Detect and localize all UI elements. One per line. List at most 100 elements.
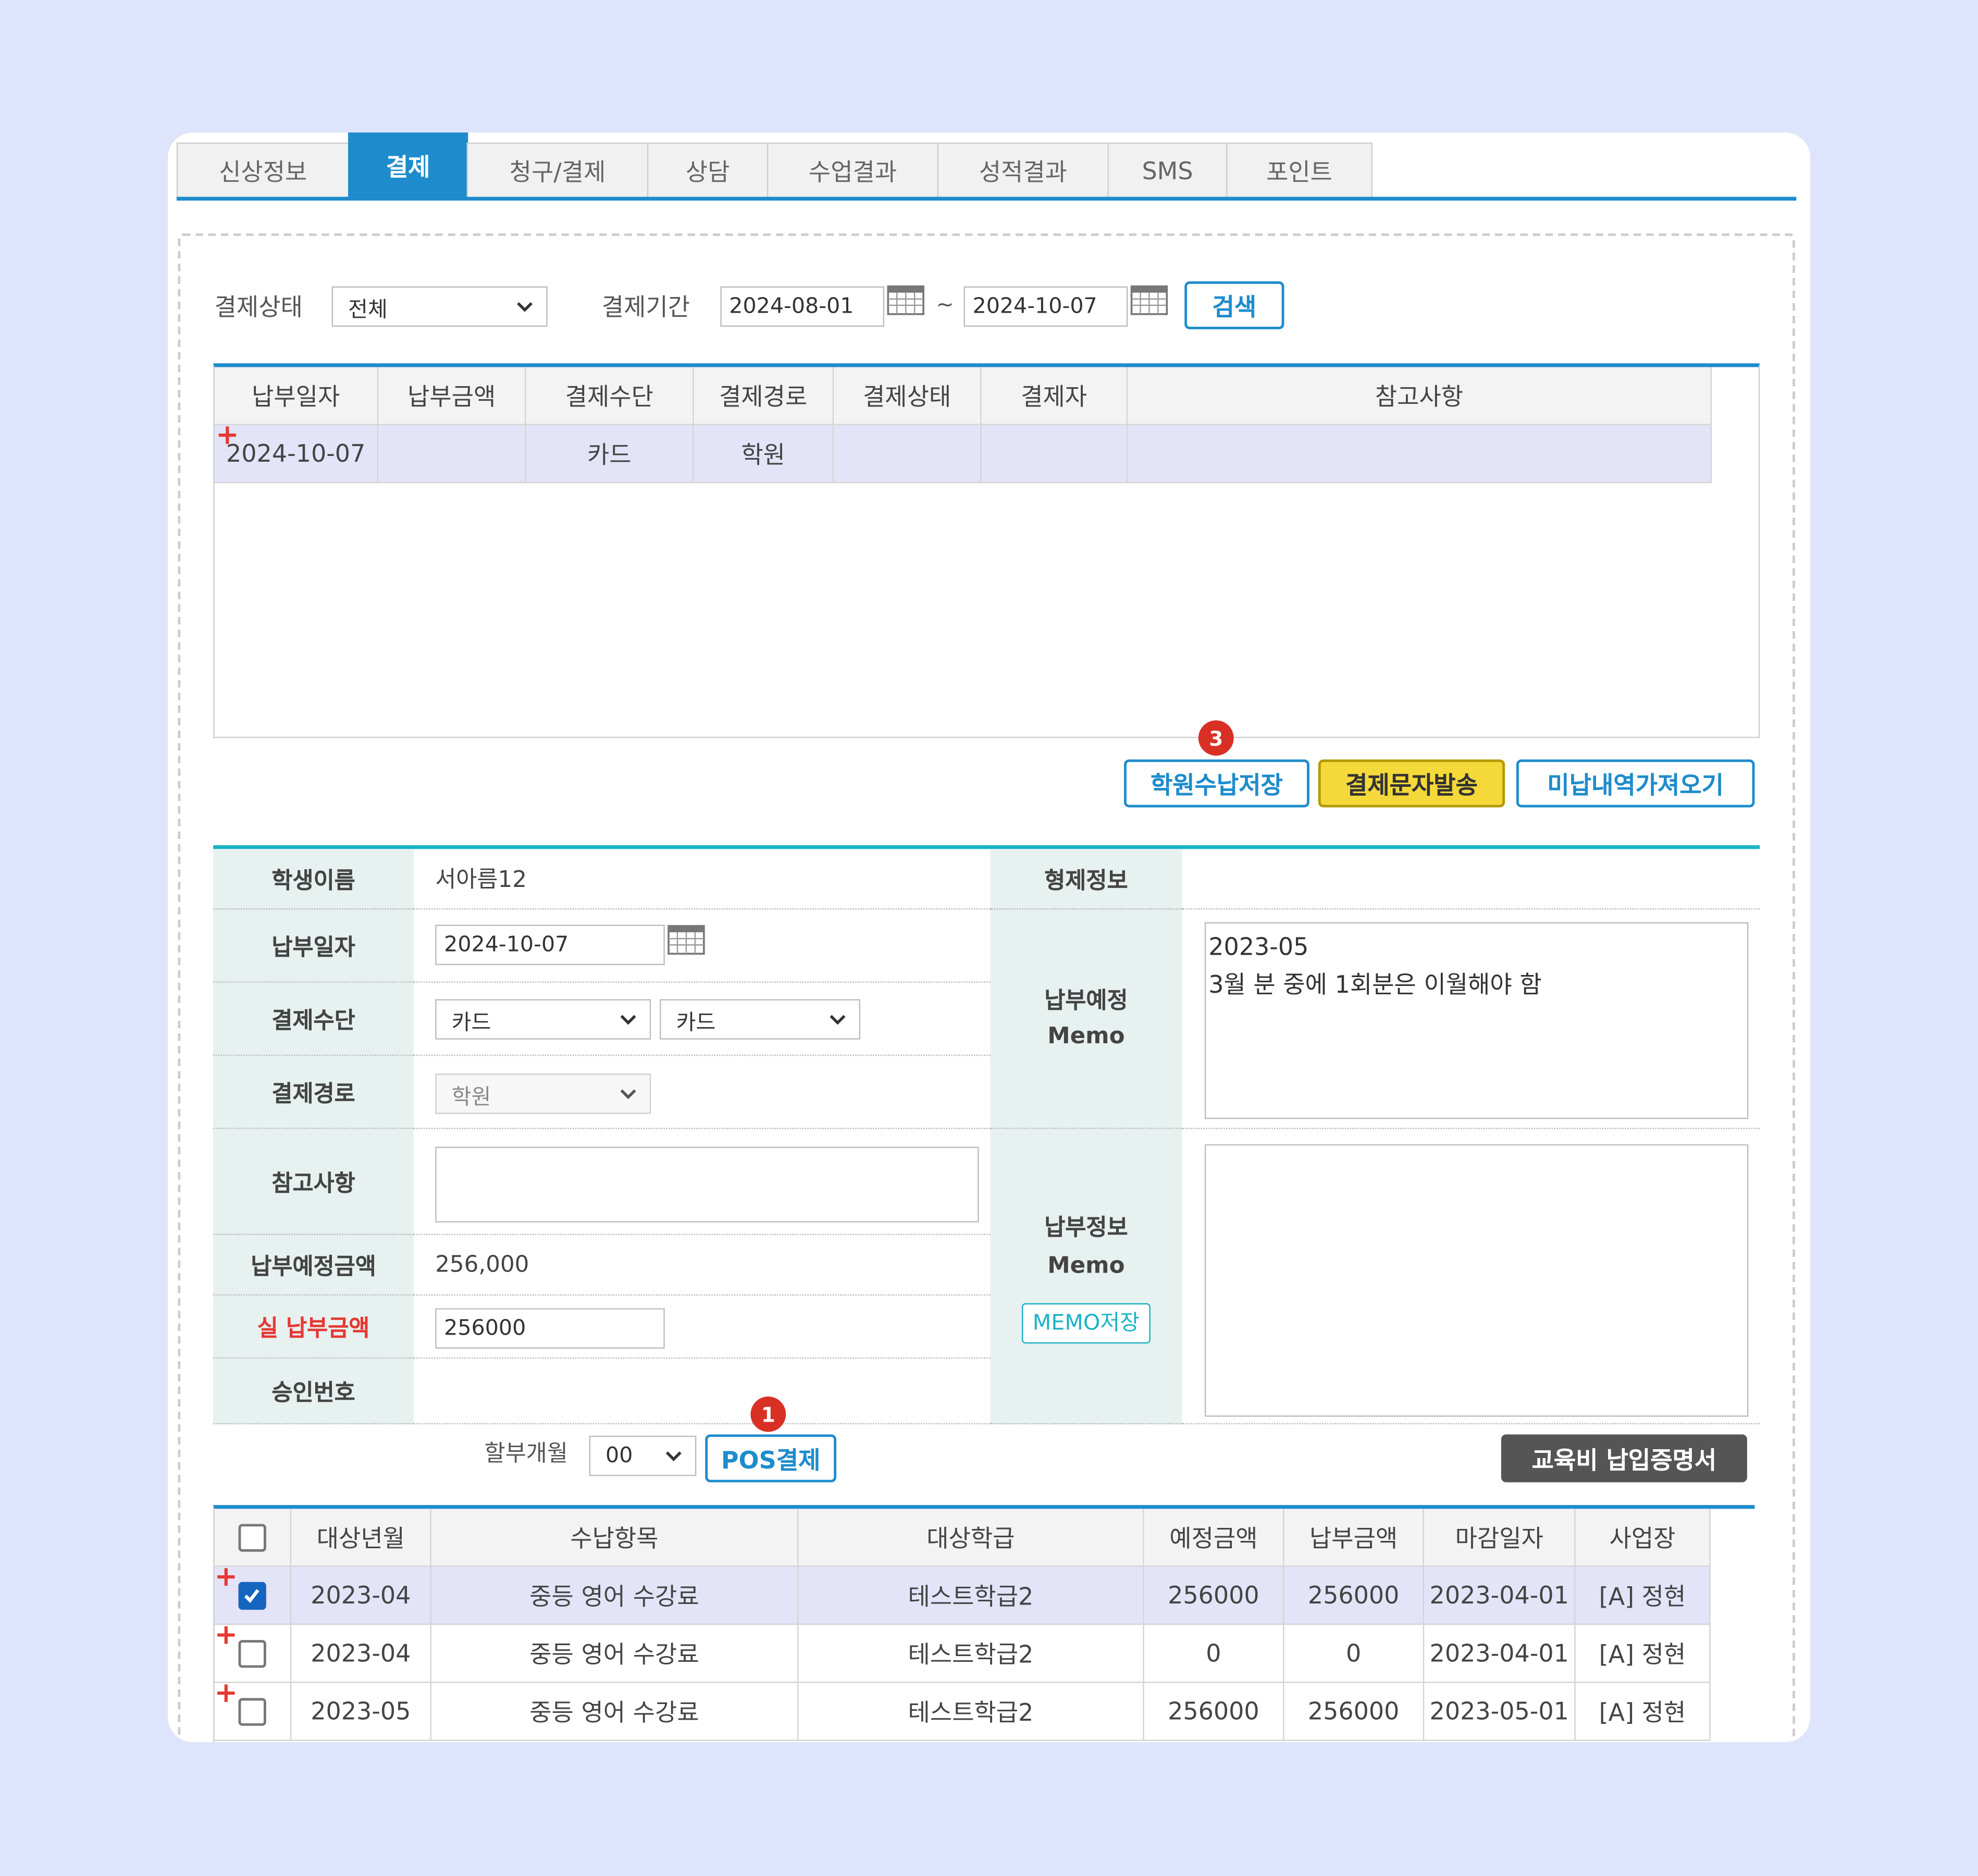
period-label: 결제기간: [601, 294, 690, 322]
row-checkbox[interactable]: [238, 1698, 266, 1726]
tab-class-result[interactable]: 수업결과: [767, 142, 939, 199]
expected-amount-label: 납부예정금액: [213, 1235, 414, 1296]
status-select-value: 전체: [348, 297, 388, 323]
add-icon[interactable]: +: [216, 422, 239, 450]
column-header: 대상학급: [798, 1509, 1144, 1567]
load-unpaid-button[interactable]: 미납내역가져오기: [1516, 759, 1755, 808]
route-label: 결제경로: [213, 1056, 414, 1129]
calendar-icon[interactable]: [1130, 284, 1168, 317]
method-label: 결제수단: [213, 982, 414, 1056]
table-cell: 256000: [1144, 1683, 1284, 1741]
tab-point[interactable]: 포인트: [1226, 142, 1373, 199]
date-from-input[interactable]: 2024-08-01: [720, 286, 885, 327]
step-badge: 1: [750, 1396, 786, 1432]
table-cell: 2023-04-01: [1424, 1566, 1576, 1625]
send-payment-sms-button[interactable]: 결제문자발송: [1318, 759, 1505, 808]
column-header: 결제수단: [526, 367, 694, 425]
select-all-checkbox[interactable]: [238, 1524, 266, 1552]
plan-memo-label-line2: Memo: [1047, 1022, 1125, 1049]
table-cell: 중등 영어 수강료: [431, 1625, 799, 1683]
table-cell: 256000: [1144, 1566, 1284, 1625]
plan-memo-line: 2023-05: [1208, 933, 1309, 961]
calendar-icon[interactable]: [667, 923, 706, 956]
column-header: 참고사항: [1128, 367, 1712, 425]
plan-memo-label: 납부예정 Memo: [990, 909, 1182, 1129]
tab-billing[interactable]: 청구/결제: [466, 142, 649, 199]
row-checkbox[interactable]: [238, 1582, 266, 1610]
calendar-icon[interactable]: [887, 284, 925, 317]
method-select[interactable]: 카드: [435, 999, 651, 1040]
installment-select[interactable]: 00: [589, 1435, 697, 1476]
table-cell: 2023-04-01: [1424, 1625, 1576, 1683]
approval-number-value: [414, 1359, 991, 1425]
table-cell: 2023-05-01: [1424, 1683, 1576, 1741]
table-cell: [981, 425, 1128, 484]
add-icon[interactable]: +: [215, 1622, 238, 1650]
table-cell: 256000: [1284, 1566, 1425, 1625]
table-cell: [A] 정현: [1575, 1683, 1711, 1741]
route-select-value: 학원: [451, 1084, 491, 1110]
select-all-header: [214, 1509, 292, 1567]
pos-payment-button[interactable]: POS결제: [705, 1434, 837, 1483]
table-cell: 0: [1284, 1625, 1425, 1683]
tab-payment[interactable]: 결제: [348, 132, 468, 199]
chevron-down-icon: [620, 1015, 636, 1025]
status-select[interactable]: 전체: [331, 286, 548, 327]
student-name-label: 학생이름: [213, 849, 414, 910]
payment-form: 학생이름 서아름12 형제정보 납부일자 2024-10-07 결제수단 카드 …: [213, 845, 1760, 1425]
table-cell: 중등 영어 수강료: [431, 1566, 799, 1625]
note-textarea[interactable]: [435, 1146, 979, 1223]
add-icon[interactable]: +: [215, 1564, 238, 1592]
actual-amount-label: 실 납부금액: [213, 1295, 414, 1359]
column-header: 마감일자: [1424, 1509, 1576, 1567]
method-select-value: 카드: [451, 1009, 491, 1035]
pay-date-input[interactable]: 2024-10-07: [435, 924, 665, 965]
add-icon[interactable]: +: [215, 1680, 238, 1708]
note-label: 참고사항: [213, 1129, 414, 1236]
date-to-input[interactable]: 2024-10-07: [963, 286, 1128, 327]
table-cell: 중등 영어 수강료: [431, 1683, 799, 1741]
column-header: 수납항목: [431, 1509, 799, 1567]
column-header: 납부금액: [1284, 1509, 1425, 1567]
tab-grade-result[interactable]: 성적결과: [937, 142, 1109, 199]
table-cell: [1128, 425, 1712, 484]
search-button[interactable]: 검색: [1184, 281, 1284, 329]
status-label: 결제상태: [214, 294, 303, 322]
table-cell: 256000: [1284, 1683, 1425, 1741]
table-cell: 테스트학급2: [798, 1625, 1144, 1683]
chevron-down-icon: [620, 1089, 636, 1100]
plan-memo-textarea[interactable]: 2023-05 3월 분 중에 1회분은 이월해야 함: [1204, 922, 1749, 1119]
table-cell: 2024-10-07: [214, 425, 379, 484]
memo-save-button[interactable]: MEMO저장: [1021, 1302, 1151, 1343]
row-checkbox[interactable]: [238, 1640, 266, 1668]
card-type-select[interactable]: 카드: [660, 999, 861, 1040]
info-memo-textarea[interactable]: [1204, 1144, 1749, 1417]
table-cell: 카드: [526, 425, 694, 484]
date-range-tilde: ~: [936, 292, 954, 318]
billing-items-table: 대상년월 수납항목 대상학급 예정금액 납부금액 마감일자 사업장 2023-0…: [213, 1505, 1755, 1743]
content-card: 신상정보 결제 청구/결제 상담 수업결과 성적결과 SMS 포인트 결제상태 …: [167, 132, 1810, 1743]
payment-list-table: 납부일자 납부금액 결제수단 결제경로 결제상태 결제자 참고사항 2024-1…: [213, 363, 1760, 738]
tab-underline: [176, 196, 1797, 201]
tab-personal-info[interactable]: 신상정보: [176, 142, 350, 199]
tab-consult[interactable]: 상담: [647, 142, 769, 199]
save-academy-payment-button[interactable]: 학원수납저장: [1124, 759, 1309, 808]
route-select[interactable]: 학원: [435, 1073, 651, 1114]
column-header: 납부금액: [378, 367, 526, 425]
plan-memo-line: 3월 분 중에 1회분은 이월해야 함: [1208, 971, 1542, 999]
education-certificate-button[interactable]: 교육비 납입증명서: [1501, 1434, 1747, 1483]
column-header: 대상년월: [291, 1509, 431, 1567]
table-cell: 0: [1144, 1625, 1284, 1683]
table-cell: 테스트학급2: [798, 1566, 1144, 1625]
tab-sms[interactable]: SMS: [1107, 142, 1228, 199]
actual-amount-input[interactable]: 256000: [435, 1308, 665, 1349]
table-cell: 테스트학급2: [798, 1683, 1144, 1741]
card-type-select-value: 카드: [676, 1009, 716, 1035]
table-cell: [378, 425, 526, 484]
column-header: 납부일자: [214, 367, 379, 425]
plan-memo-label-line1: 납부예정: [1044, 987, 1128, 1014]
info-memo-label: 납부정보 Memo MEMO저장: [990, 1129, 1182, 1425]
installment-select-value: 00: [605, 1443, 633, 1468]
step-badge: 3: [1198, 720, 1234, 756]
table-cell: [834, 425, 982, 484]
